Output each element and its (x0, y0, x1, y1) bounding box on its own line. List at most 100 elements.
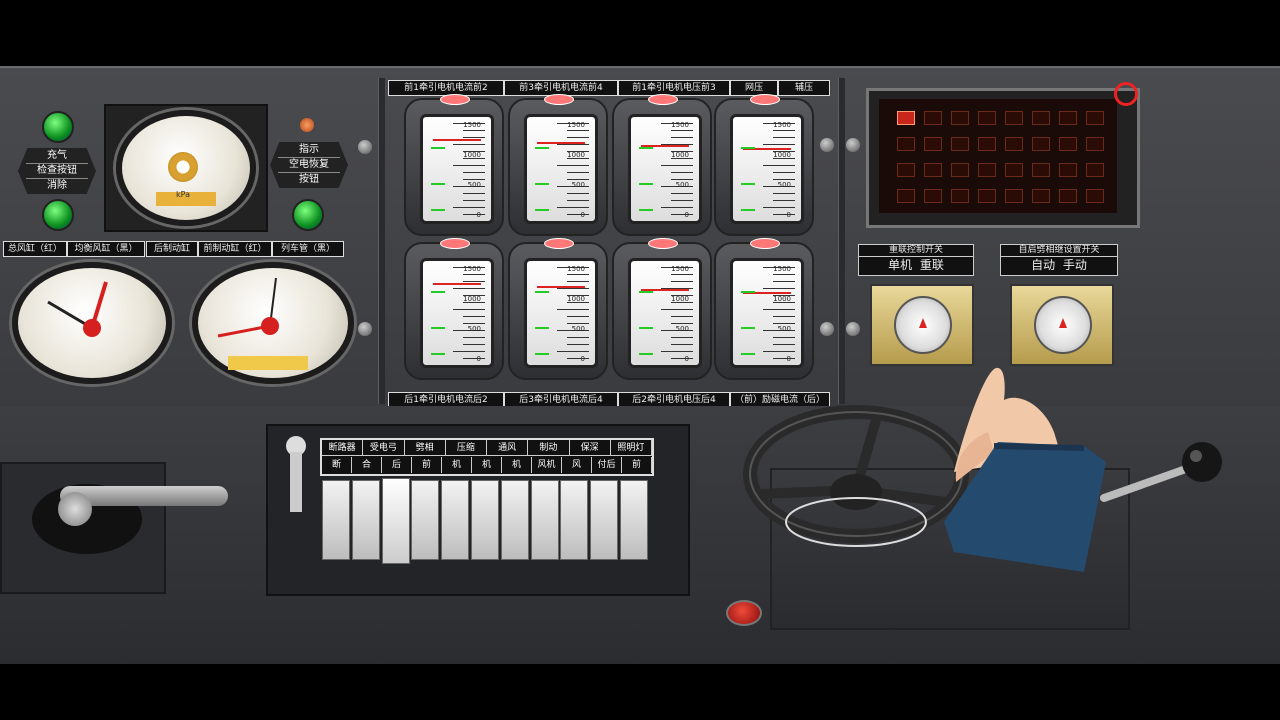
meter-tick (773, 337, 795, 338)
switch-header-top: 受电弓 (363, 440, 405, 456)
meter-scale-label: 1000 (463, 295, 481, 303)
meter-tick (567, 130, 589, 131)
meter-tick (463, 214, 485, 215)
toggle-switch[interactable] (500, 480, 529, 560)
toggle-switch[interactable] (530, 480, 559, 560)
fault-led (1032, 189, 1050, 203)
fault-led (1059, 137, 1077, 151)
meter-tick (671, 130, 693, 131)
toggle-switch[interactable] (351, 480, 380, 560)
meter-tick (557, 165, 589, 166)
switch-header-bottom: 后 (382, 457, 412, 473)
meter-cap (440, 94, 470, 105)
meter-green-mark (535, 291, 549, 293)
meter-tick (671, 337, 693, 338)
fault-led (1005, 137, 1023, 151)
key-switch[interactable] (284, 436, 308, 512)
fault-led (978, 137, 996, 151)
meter-needle (433, 139, 481, 141)
meter-tick (463, 193, 485, 194)
meter-tick (763, 165, 795, 166)
toggle-switch[interactable] (590, 480, 619, 560)
meter-green-mark (431, 147, 445, 149)
switch-header-top: 通风 (487, 440, 529, 456)
meter-green-mark (741, 147, 755, 149)
linkage-switch-options: 单机 重联 (859, 257, 973, 274)
meter-cap (648, 94, 678, 105)
power-restore-lamp[interactable] (292, 199, 324, 231)
red-pushbutton[interactable] (726, 600, 762, 626)
meter-green-mark (639, 183, 653, 185)
meter-tick (463, 344, 485, 345)
meter-tick (671, 200, 693, 201)
meter-tick (773, 323, 795, 324)
meter-scale-label: 0 (684, 355, 689, 363)
meter-tick (463, 316, 485, 317)
meter-tick (671, 281, 693, 282)
switch-bank-header: 断路器 受电弓 劈相 压缩 通风 制动 保深 照明灯断合后前机机机风机风付后前 (320, 438, 654, 476)
charge-lamp-top[interactable] (42, 111, 74, 143)
linkage-rotary-switch[interactable] (870, 284, 974, 366)
meter-needle (537, 142, 585, 144)
meter-scale-label: 500 (777, 325, 791, 333)
meter-tick (773, 193, 795, 194)
charge-check-line1: 充气 (26, 149, 88, 164)
fault-led (897, 189, 915, 203)
meter-tick (567, 179, 589, 180)
highlight-circle-marker (1114, 82, 1138, 106)
meter-scale-label: 0 (786, 355, 791, 363)
toggle-switch[interactable] (411, 480, 440, 560)
pressure-gauge-unit: kPa (176, 190, 190, 199)
phase-rotary-switch[interactable] (1010, 284, 1114, 366)
meter-green-mark (535, 353, 549, 355)
meter-tick (463, 337, 485, 338)
top-letterbox (0, 0, 1280, 66)
fault-led (1005, 163, 1023, 177)
charge-lamp-bottom[interactable] (42, 199, 74, 231)
meter-tick (671, 344, 693, 345)
ammeter-top-2: 1500 1000 500 0 (508, 94, 608, 236)
switch-header-bottom: 风机 (532, 457, 562, 473)
meter-tick (463, 130, 485, 131)
meter-tick (557, 207, 589, 208)
air-gauge-right-needles (217, 277, 308, 370)
fault-led (1086, 137, 1104, 151)
meter-tick (763, 207, 795, 208)
fault-display-screen (879, 99, 1117, 213)
power-restore-button[interactable]: 指示 空电恢复 按钮 (270, 142, 348, 188)
meter-tick (463, 323, 485, 324)
toggle-switch[interactable] (560, 480, 589, 560)
air-gauge-left-needles (47, 281, 108, 337)
panel-divider-right (838, 78, 845, 404)
toggle-switch[interactable] (322, 480, 350, 560)
meter-tick (773, 172, 795, 173)
screw (358, 140, 372, 154)
meter-face: 1500 1000 500 0 (628, 258, 702, 368)
screw (820, 138, 834, 152)
toggle-switch[interactable] (381, 478, 410, 564)
meter-scale-label: 500 (571, 325, 585, 333)
toggle-switch[interactable] (620, 480, 648, 560)
meter-face: 1500 1000 500 0 (730, 258, 804, 368)
meter-green-mark (535, 147, 549, 149)
reverser-hub (58, 492, 92, 526)
meter-green-mark (741, 353, 755, 355)
meter-scale-label: 1500 (671, 265, 689, 273)
toggle-switch[interactable] (441, 480, 470, 560)
meter-scale-label: 1500 (671, 121, 689, 129)
charge-check-button[interactable]: 充气 检查按钮 消除 (18, 148, 96, 194)
meter-scale-label: 1500 (773, 121, 791, 129)
linkage-opt-single: 单机 (888, 258, 913, 272)
meter-cap (544, 238, 574, 249)
switch-row (322, 478, 652, 564)
meter-tick (567, 137, 589, 138)
toggle-switch[interactable] (471, 480, 499, 560)
meter-tick (773, 274, 795, 275)
meter-tick (763, 288, 795, 289)
fault-led (924, 137, 942, 151)
meter-tick (671, 193, 693, 194)
meter-tick (773, 358, 795, 359)
meter-cap (648, 238, 678, 249)
switch-header-bottom: 前 (622, 457, 652, 473)
ammeter-bottom-1: 1500 1000 500 0 (404, 238, 504, 380)
